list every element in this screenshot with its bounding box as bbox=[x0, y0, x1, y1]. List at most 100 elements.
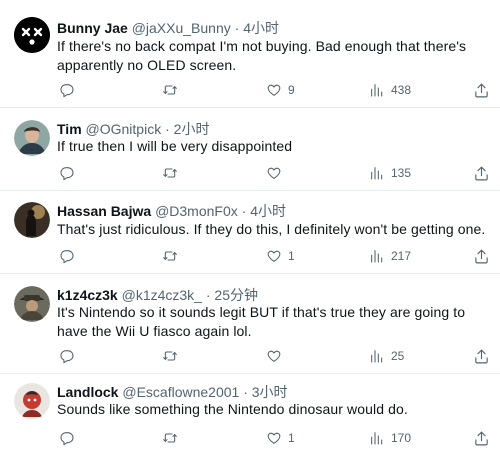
retweet-icon bbox=[163, 433, 177, 443]
views-button[interactable]: 438 bbox=[369, 80, 411, 100]
share-button[interactable] bbox=[473, 246, 490, 266]
views-icon bbox=[371, 84, 383, 97]
tweet[interactable]: Tim @OGnitpick · 2小时 If true then I will… bbox=[0, 108, 500, 191]
avatar[interactable] bbox=[14, 286, 50, 322]
timestamp[interactable]: 2小时 bbox=[174, 121, 210, 137]
tweet-header: Bunny Jae @jaXXu_Bunny · 4小时 bbox=[57, 19, 279, 37]
reply-button[interactable] bbox=[59, 428, 75, 448]
author-name[interactable]: Landlock bbox=[57, 384, 118, 400]
like-icon bbox=[267, 350, 281, 362]
retweet-icon bbox=[163, 251, 177, 261]
like-icon bbox=[267, 84, 281, 96]
like-count: 1 bbox=[288, 431, 295, 445]
separator: · bbox=[241, 203, 247, 219]
reply-icon bbox=[60, 250, 74, 264]
like-button[interactable]: 1 bbox=[266, 246, 295, 266]
share-button[interactable] bbox=[473, 163, 490, 183]
views-icon bbox=[371, 250, 383, 263]
author-handle[interactable]: @D3monF0x bbox=[155, 203, 238, 219]
avatar[interactable] bbox=[14, 17, 50, 53]
tweet-header: k1z4cz3k @k1z4cz3k_ · 25分钟 bbox=[57, 286, 258, 304]
like-button[interactable]: 9 bbox=[266, 80, 295, 100]
views-count: 170 bbox=[391, 431, 412, 445]
author-name[interactable]: Hassan Bajwa bbox=[57, 203, 151, 219]
reply-icon bbox=[60, 167, 74, 181]
share-icon bbox=[475, 83, 488, 97]
tweet[interactable]: Hassan Bajwa @D3monF0x · 4小时 That's just… bbox=[0, 191, 500, 274]
share-icon bbox=[475, 249, 488, 263]
tweet-text: It's Nintendo so it sounds legit BUT if … bbox=[57, 304, 466, 339]
reply-icon bbox=[60, 350, 74, 364]
views-count: 438 bbox=[391, 83, 412, 97]
tweet-text: That's just ridiculous. If they do this,… bbox=[57, 221, 486, 237]
views-button[interactable]: 170 bbox=[369, 428, 411, 448]
action-bar: 9 438 bbox=[57, 80, 497, 100]
retweet-icon bbox=[163, 351, 177, 361]
share-icon bbox=[475, 431, 488, 445]
retweet-button[interactable] bbox=[162, 246, 178, 266]
author-name[interactable]: Bunny Jae bbox=[57, 20, 128, 36]
retweet-icon bbox=[163, 85, 177, 95]
author-handle[interactable]: @OGnitpick bbox=[86, 121, 162, 137]
views-count: 25 bbox=[391, 349, 405, 363]
like-button[interactable]: 1 bbox=[266, 428, 295, 448]
share-icon bbox=[475, 349, 488, 363]
retweet-icon bbox=[163, 168, 177, 178]
author-handle[interactable]: @Escaflowne2001 bbox=[122, 384, 239, 400]
share-button[interactable] bbox=[473, 346, 490, 366]
reply-button[interactable] bbox=[59, 346, 75, 366]
tweet-text: If there's no back compat I'm not buying… bbox=[57, 38, 467, 73]
author-handle[interactable]: @k1z4cz3k_ bbox=[122, 287, 202, 303]
retweet-button[interactable] bbox=[162, 80, 178, 100]
tweet[interactable]: k1z4cz3k @k1z4cz3k_ · 25分钟 It's Nintendo… bbox=[0, 274, 500, 374]
retweet-button[interactable] bbox=[162, 428, 178, 448]
reply-button[interactable] bbox=[59, 163, 75, 183]
separator: · bbox=[243, 384, 248, 400]
views-button[interactable]: 25 bbox=[369, 346, 404, 366]
reply-feed: Bunny Jae @jaXXu_Bunny · 4小时 If there's … bbox=[0, 0, 500, 453]
action-bar: 135 bbox=[57, 163, 497, 183]
like-icon bbox=[267, 167, 281, 179]
like-count: 1 bbox=[288, 249, 295, 263]
tweet-text: If true then I will be very disappointed bbox=[57, 138, 293, 154]
timestamp[interactable]: 4小时 bbox=[250, 203, 286, 219]
reply-icon bbox=[60, 84, 74, 98]
views-count: 135 bbox=[391, 166, 412, 180]
tweet-text: Sounds like something the Nintendo dinos… bbox=[57, 401, 408, 417]
tweet-header: Tim @OGnitpick · 2小时 bbox=[57, 120, 209, 138]
timestamp[interactable]: 4小时 bbox=[243, 20, 279, 36]
reply-button[interactable] bbox=[59, 246, 75, 266]
separator: · bbox=[234, 20, 240, 36]
views-count: 217 bbox=[391, 249, 412, 263]
views-icon bbox=[371, 350, 383, 363]
share-button[interactable] bbox=[473, 80, 490, 100]
timestamp[interactable]: 3小时 bbox=[252, 384, 288, 400]
avatar[interactable] bbox=[14, 202, 50, 238]
separator: · bbox=[205, 287, 211, 303]
views-icon bbox=[371, 432, 383, 445]
share-button[interactable] bbox=[473, 428, 490, 448]
views-button[interactable]: 217 bbox=[369, 246, 411, 266]
avatar[interactable] bbox=[14, 383, 50, 419]
author-name[interactable]: Tim bbox=[57, 121, 82, 137]
share-icon bbox=[475, 166, 488, 180]
reply-button[interactable] bbox=[59, 80, 75, 100]
like-count: 9 bbox=[288, 83, 295, 97]
action-bar: 1 170 bbox=[57, 428, 497, 448]
like-button[interactable] bbox=[266, 346, 288, 366]
timestamp[interactable]: 25分钟 bbox=[214, 287, 258, 303]
views-button[interactable]: 135 bbox=[369, 163, 411, 183]
action-bar: 25 bbox=[57, 346, 497, 366]
tweet[interactable]: Landlock @Escaflowne2001 · 3小时 Sounds li… bbox=[0, 374, 500, 453]
tweet[interactable]: Bunny Jae @jaXXu_Bunny · 4小时 If there's … bbox=[0, 0, 500, 108]
author-name[interactable]: k1z4cz3k bbox=[57, 287, 118, 303]
author-handle[interactable]: @jaXXu_Bunny bbox=[132, 20, 231, 36]
retweet-button[interactable] bbox=[162, 163, 178, 183]
like-icon bbox=[267, 432, 281, 444]
avatar[interactable] bbox=[14, 120, 50, 156]
retweet-button[interactable] bbox=[162, 346, 178, 366]
reply-icon bbox=[60, 432, 74, 446]
tweet-header: Landlock @Escaflowne2001 · 3小时 bbox=[57, 383, 288, 401]
like-icon bbox=[267, 250, 281, 262]
like-button[interactable] bbox=[266, 163, 288, 183]
